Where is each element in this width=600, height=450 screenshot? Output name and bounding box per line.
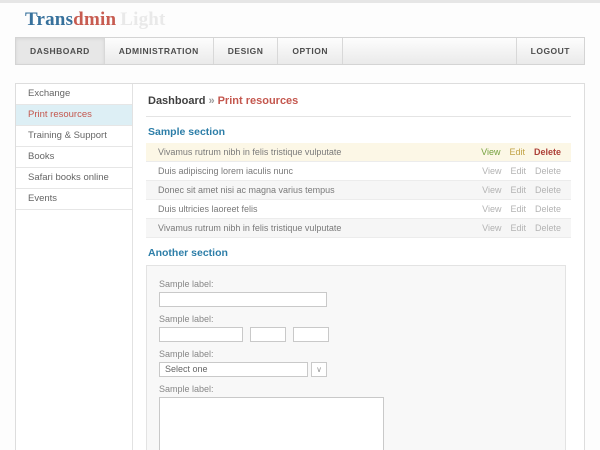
list-item: Vivamus rutrum nibh in felis tristique v… [146,219,571,238]
row-actions: View Edit Delete [482,166,567,176]
edit-link[interactable]: Edit [510,223,526,233]
list-item-text: Donec sit amet nisi ac magna varius temp… [150,185,482,195]
delete-link[interactable]: Delete [534,147,561,157]
nav-tab-dashboard[interactable]: DASHBOARD [16,38,105,64]
logo-bar: TransdminLight [0,3,600,37]
edit-link[interactable]: Edit [510,166,526,176]
row-actions: View Edit Delete [482,204,567,214]
delete-link[interactable]: Delete [535,185,561,195]
row-actions: View Edit Delete [481,147,567,157]
field-label: Sample label: [159,349,553,359]
select-one-dropdown[interactable]: Select one ∨ [159,362,553,377]
edit-link[interactable]: Edit [509,147,525,157]
row-actions: View Edit Delete [482,223,567,233]
list-item-text: Vivamus rutrum nibh in felis tristique v… [150,147,481,157]
sidebar-item-training-support[interactable]: Training & Support [16,126,132,147]
list-item: Vivamus rutrum nibh in felis tristique v… [146,143,571,162]
select-value: Select one [159,362,308,377]
text-input-medium[interactable] [159,327,243,342]
text-input-small-2[interactable] [293,327,329,342]
breadcrumb-separator: » [208,95,214,107]
content-panel: Exchange Print resources Training & Supp… [15,83,585,450]
nav-tab-option[interactable]: OPTION [278,38,343,64]
view-link[interactable]: View [482,166,501,176]
breadcrumb-current-page: Print resources [218,95,299,107]
main-area: Dashboard» Print resources Sample section… [133,84,584,450]
sidebar-item-books[interactable]: Books [16,147,132,168]
edit-link[interactable]: Edit [510,185,526,195]
logout-button[interactable]: LOGOUT [516,38,584,64]
edit-link[interactable]: Edit [510,204,526,214]
logo-part-light: Light [120,9,165,30]
field-label: Sample label: [159,279,553,289]
list-item: Duis ultricies laoreet felis View Edit D… [146,200,571,219]
view-link[interactable]: View [482,204,501,214]
breadcrumb: Dashboard» Print resources [146,84,571,117]
sidebar-item-safari-books-online[interactable]: Safari books online [16,168,132,189]
view-link[interactable]: View [482,223,501,233]
sidebar-item-exchange[interactable]: Exchange [16,84,132,105]
row-actions: View Edit Delete [482,185,567,195]
delete-link[interactable]: Delete [535,223,561,233]
view-link[interactable]: View [482,185,501,195]
sidebar-item-print-resources[interactable]: Print resources [16,105,132,126]
text-input-wide[interactable] [159,292,327,307]
app-logo: TransdminLight [25,9,166,30]
sample-textarea[interactable] [159,397,384,450]
breadcrumb-dashboard-link[interactable]: Dashboard [148,95,205,107]
logo-part-dmin: dmin [73,9,116,30]
nav-tab-design[interactable]: DESIGN [214,38,279,64]
field-label: Sample label: [159,384,553,394]
sidebar: Exchange Print resources Training & Supp… [16,84,133,450]
nav-tab-administration[interactable]: ADMINISTRATION [105,38,214,64]
delete-link[interactable]: Delete [535,166,561,176]
chevron-down-icon[interactable]: ∨ [311,362,327,377]
field-label: Sample label: [159,314,553,324]
delete-link[interactable]: Delete [535,204,561,214]
main-nav: DASHBOARD ADMINISTRATION DESIGN OPTION L… [15,37,585,65]
sidebar-item-events[interactable]: Events [16,189,132,210]
list-item-text: Vivamus rutrum nibh in felis tristique v… [150,223,482,233]
list-item-text: Duis ultricies laoreet felis [150,204,482,214]
list-item: Donec sit amet nisi ac magna varius temp… [146,181,571,200]
text-input-small-1[interactable] [250,327,286,342]
view-link[interactable]: View [481,147,500,157]
sample-section-title: Sample section [148,126,569,138]
triple-input-group [159,327,553,342]
another-section-title: Another section [148,247,569,259]
sample-form: Sample label: Sample label: Sample label… [146,265,566,450]
logo-part-trans: Trans [25,9,73,30]
list-item-text: Duis adipiscing lorem iaculis nunc [150,166,482,176]
sample-section-list: Vivamus rutrum nibh in felis tristique v… [146,143,571,238]
list-item: Duis adipiscing lorem iaculis nunc View … [146,162,571,181]
